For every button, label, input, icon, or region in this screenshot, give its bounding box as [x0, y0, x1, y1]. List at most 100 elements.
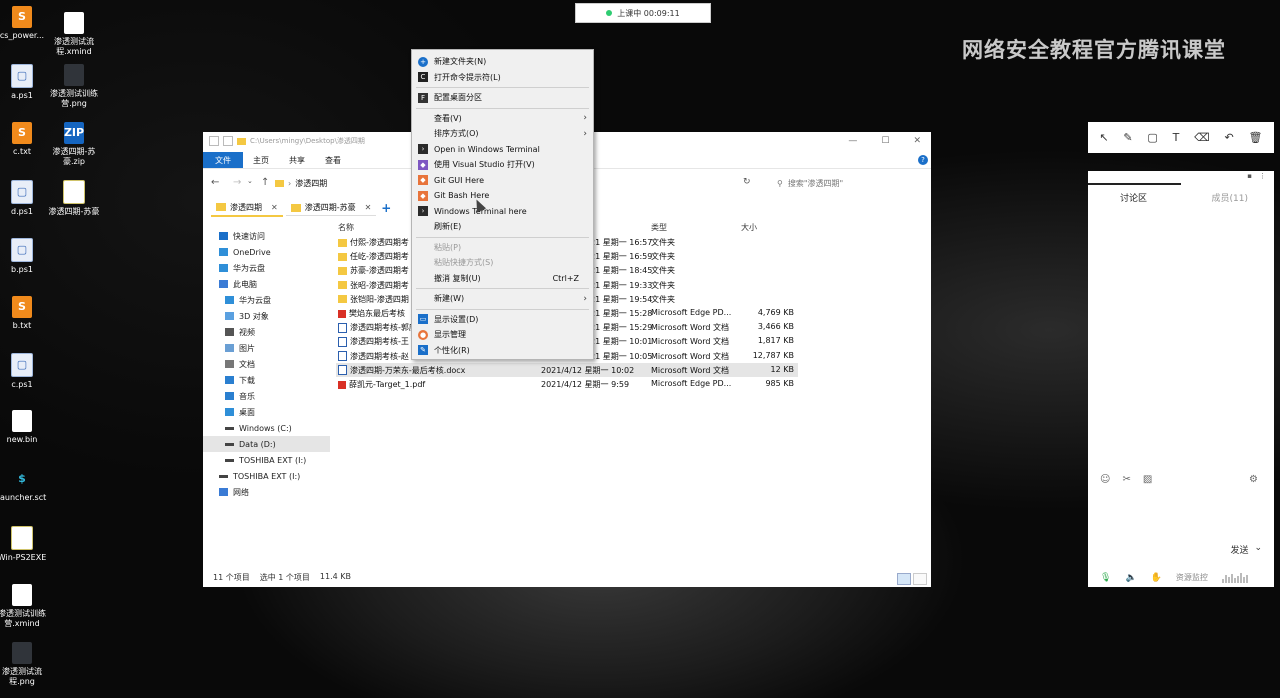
forward-icon[interactable]: → — [233, 177, 241, 188]
nav-item[interactable]: 网络 — [203, 484, 330, 500]
nav-item[interactable]: 华为云盘 — [203, 292, 330, 308]
nav-item[interactable]: 下载 — [203, 372, 330, 388]
details-view-icon[interactable] — [897, 573, 911, 585]
desktop-icon[interactable]: ▢ b.ps1 — [0, 238, 52, 275]
menu-item[interactable]: ● 显示管理 — [412, 327, 593, 342]
menu-item[interactable]: 撤消 复制(U) Ctrl+Z — [412, 271, 593, 286]
menu-item[interactable]: 查看(V) › — [412, 111, 593, 126]
help-icon[interactable]: ? — [918, 155, 928, 165]
pen-icon[interactable]: ✎ — [1123, 131, 1132, 144]
send-button[interactable]: 发送 ⌄ — [1230, 543, 1262, 556]
quick-access-icon[interactable] — [209, 136, 219, 146]
chevron-right-icon: › — [288, 179, 292, 188]
search-input[interactable]: ⚲ 搜索"渗透四期" — [771, 176, 927, 191]
checkbox-icon[interactable] — [223, 136, 233, 146]
nav-item[interactable]: TOSHIBA EXT (I:) — [203, 468, 330, 484]
tab-discussion[interactable]: 讨论区 — [1120, 191, 1147, 204]
chevron-down-icon[interactable]: ⌄ — [1254, 543, 1262, 556]
file-date: 2021/4/12 星期一 10:02 — [541, 365, 635, 375]
desktop-icon[interactable]: new.bin — [0, 410, 52, 445]
cube-icon — [225, 312, 234, 320]
ribbon-tab-file[interactable]: 文件 — [203, 152, 243, 168]
nav-item[interactable]: Data (D:) — [203, 436, 330, 452]
desktop-icon[interactable]: 渗透四期-苏豪 — [44, 180, 104, 217]
pin-icon[interactable]: ▪ — [1247, 172, 1252, 180]
up-icon[interactable]: ↑ — [261, 177, 269, 188]
close-tab-icon[interactable]: ✕ — [271, 203, 278, 212]
menu-item[interactable]: ✎ 个性化(R) — [412, 343, 593, 358]
nav-item[interactable]: 视频 — [203, 324, 330, 340]
history-chevron-icon[interactable]: ⌄ — [247, 177, 253, 185]
desktop-icon[interactable]: Win-PS2EXE — [0, 526, 52, 563]
folder-tab[interactable]: 渗透四期 ✕ — [211, 200, 283, 217]
active-tab-indicator — [1088, 183, 1181, 185]
menu-item[interactable]: 刷新(E) — [412, 219, 593, 234]
desktop-icon[interactable]: 渗透测试训练营.xmind — [0, 584, 52, 629]
column-header-type[interactable]: 类型 — [651, 222, 667, 234]
nav-item[interactable]: 华为云盘 — [203, 260, 330, 276]
nav-item[interactable]: 音乐 — [203, 388, 330, 404]
microphone-icon[interactable]: 🎙 — [1100, 573, 1111, 583]
menu-item[interactable]: › Windows Terminal here — [412, 204, 593, 219]
desktop-icon[interactable]: $ launcher.sct — [0, 468, 52, 503]
large-icons-view-icon[interactable] — [913, 573, 927, 585]
refresh-icon[interactable]: ↻ — [743, 177, 751, 187]
menu-item[interactable]: ◆ Git Bash Here — [412, 188, 593, 203]
close-tab-icon[interactable]: ✕ — [365, 203, 372, 212]
eraser-icon[interactable]: ⌫ — [1194, 131, 1210, 144]
file-row[interactable]: 薛凯元-Target_1.pdf 2021/4/12 星期一 9:59 Micros… — [336, 377, 798, 391]
menu-item[interactable]: F 配置桌面分区 — [412, 90, 593, 105]
column-header-name[interactable]: 名称 — [338, 222, 354, 234]
image-icon[interactable]: ▨ — [1143, 474, 1152, 485]
nav-item[interactable]: OneDrive — [203, 244, 330, 260]
ribbon-tab-share[interactable]: 共享 — [279, 152, 315, 168]
scissors-icon[interactable]: ✂ — [1122, 474, 1130, 485]
hand-icon[interactable]: ✋ — [1151, 573, 1162, 583]
resource-monitor-label[interactable]: 资源监控 — [1176, 572, 1208, 583]
more-icon[interactable]: ⋮ — [1259, 172, 1266, 180]
column-header-size[interactable]: 大小 — [741, 222, 757, 234]
nav-item[interactable]: 此电脑 — [203, 276, 330, 292]
shape-icon[interactable]: ▢ — [1147, 131, 1157, 144]
desktop-icon[interactable]: 渗透测试流程.png — [0, 642, 52, 687]
select-icon[interactable]: ↖ — [1099, 131, 1108, 144]
trash-icon[interactable]: 🗑 — [1249, 131, 1263, 144]
text-icon[interactable]: T — [1173, 131, 1180, 144]
nav-item[interactable]: 快速访问 — [203, 228, 330, 244]
recording-badge[interactable]: 上课中 00:09:11 — [575, 3, 711, 23]
speaker-icon[interactable]: 🔈 — [1125, 573, 1136, 583]
emoji-icon[interactable]: ☺ — [1100, 474, 1110, 485]
desktop-icon[interactable]: 渗透测试训练营.png — [44, 64, 104, 109]
nav-item[interactable]: 图片 — [203, 340, 330, 356]
nav-item[interactable]: Windows (C:) — [203, 420, 330, 436]
desktop-icon[interactable]: 渗透测试流程.xmind — [44, 12, 104, 57]
undo-icon[interactable]: ↶ — [1225, 131, 1234, 144]
display-manager-icon: ● — [418, 329, 428, 340]
close-icon[interactable]: ✕ — [913, 136, 921, 146]
desktop-icon[interactable]: ▢ c.ps1 — [0, 353, 52, 390]
ribbon-tab-view[interactable]: 查看 — [315, 152, 351, 168]
menu-item[interactable]: C 打开命令提示符(L) — [412, 70, 593, 85]
menu-item[interactable]: 排序方式(O) › — [412, 126, 593, 141]
file-row[interactable]: 渗透四期-万荣东-最后考核.docx 2021/4/12 星期一 10:02 Mic… — [336, 362, 798, 377]
add-tab-icon[interactable]: + — [381, 201, 391, 215]
minimize-icon[interactable]: — — [848, 136, 857, 146]
nav-item[interactable]: 3D 对象 — [203, 308, 330, 324]
desktop-icon[interactable]: Sb.txt — [0, 296, 52, 331]
menu-item[interactable]: ◆ Git GUI Here — [412, 173, 593, 188]
nav-item[interactable]: TOSHIBA EXT (I:) — [203, 452, 330, 468]
menu-item[interactable]: ▭ 显示设置(D) — [412, 312, 593, 327]
nav-item[interactable]: 文档 — [203, 356, 330, 372]
menu-item[interactable]: 新建(W) › — [412, 291, 593, 306]
nav-item[interactable]: 桌面 — [203, 404, 330, 420]
back-icon[interactable]: ← — [211, 177, 219, 188]
menu-item[interactable]: ◆ 使用 Visual Studio 打开(V) — [412, 157, 593, 172]
ribbon-tab-home[interactable]: 主页 — [243, 152, 279, 168]
folder-tab[interactable]: 渗透四期-苏豪 ✕ — [285, 200, 377, 216]
menu-item[interactable]: + 新建文件夹(N) — [412, 54, 593, 69]
desktop-icon[interactable]: ZIP 渗透四期-苏豪.zip — [44, 122, 104, 167]
tab-members[interactable]: 成员(11) — [1212, 191, 1248, 204]
menu-item[interactable]: › Open in Windows Terminal — [412, 142, 593, 157]
maximize-icon[interactable]: ☐ — [881, 136, 889, 146]
settings-icon[interactable]: ⚙ — [1249, 474, 1258, 485]
